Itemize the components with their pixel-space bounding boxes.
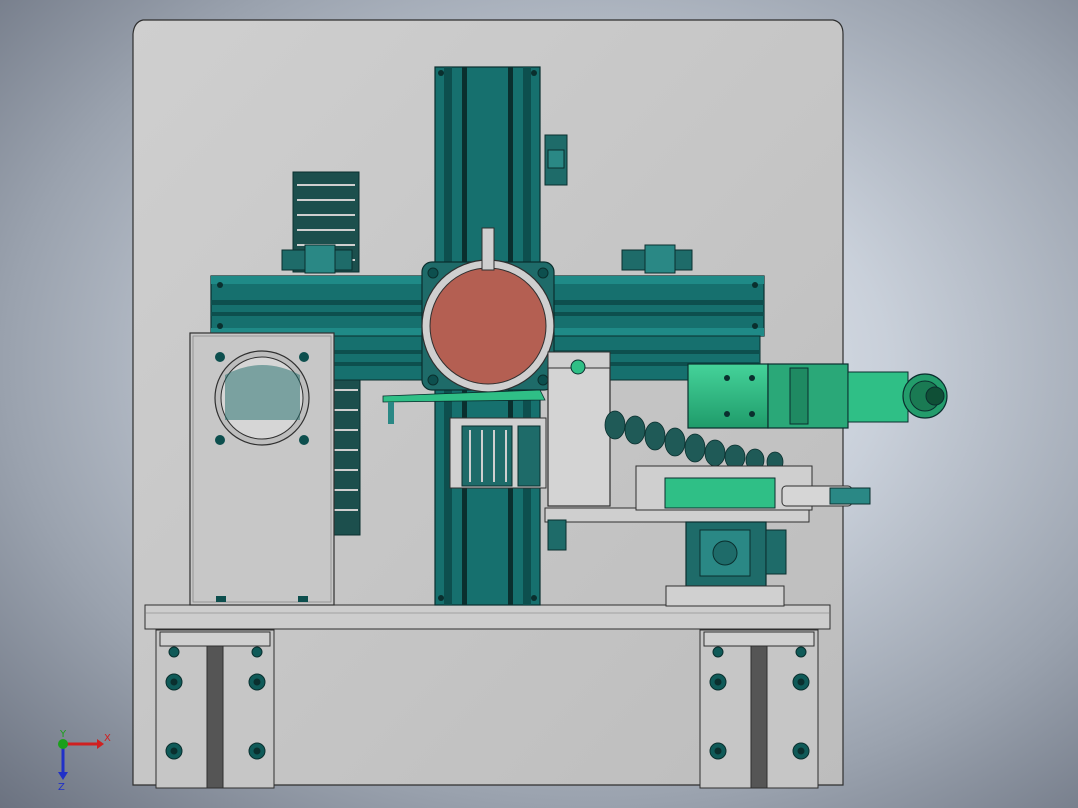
- triad-z-label: Z: [58, 782, 65, 793]
- cad-model-viewport[interactable]: X Z Y: [0, 0, 1078, 808]
- base-bar: [144, 604, 831, 630]
- limit-sensor-top: [544, 134, 568, 186]
- rotary-disk: [429, 267, 547, 385]
- gear-motor: [687, 363, 948, 429]
- camera-housing: [189, 332, 335, 606]
- triad-y-label: Y: [59, 729, 67, 740]
- center-bracket: [449, 417, 547, 489]
- triad-x-label: X: [104, 733, 111, 744]
- orientation-triad: X Z Y: [58, 729, 111, 793]
